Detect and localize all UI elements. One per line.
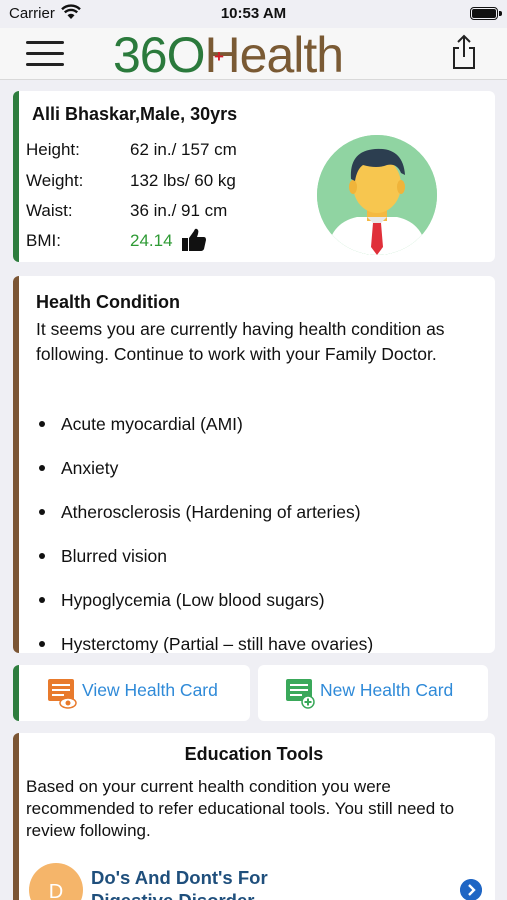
weight-label: Weight: (26, 171, 84, 190)
list-item: Anxiety (36, 456, 486, 500)
education-item-avatar: D (29, 863, 83, 900)
bmi-label: BMI: (26, 231, 61, 250)
education-item-title[interactable]: Do's And Dont's For Digestive Disorder (91, 866, 311, 900)
profile-card: Alli Bhaskar,Male, 30yrs Height: 62 in./… (13, 91, 495, 262)
accent-bar (13, 276, 19, 653)
nav-bar: 36OHealth + (0, 27, 507, 83)
chevron-right-icon[interactable] (460, 879, 482, 900)
view-card-label: View Health Card (82, 680, 218, 700)
condition-intro: It seems you are currently having health… (36, 319, 445, 364)
health-condition-card: Health Condition It seems you are curren… (13, 276, 495, 653)
education-tools-card: Education Tools Based on your current he… (13, 733, 495, 900)
view-card-icon (48, 679, 77, 709)
avatar (317, 135, 437, 255)
accent-bar (13, 665, 19, 721)
education-description: Based on your current health condition y… (26, 777, 455, 840)
share-icon[interactable] (450, 33, 478, 71)
waist-value: 36 in./ 91 cm (130, 201, 228, 220)
accent-bar (13, 91, 19, 262)
new-card-icon (286, 679, 315, 709)
list-item: Hypoglycemia (Low blood sugars) (36, 588, 486, 632)
view-health-card-button[interactable]: View Health Card (13, 665, 250, 721)
waist-label: Waist: (26, 201, 73, 220)
section-title: Education Tools (184, 744, 324, 764)
thumbs-up-icon (182, 228, 206, 251)
list-item: Acute myocardial (AMI) (36, 412, 486, 456)
battery-icon (470, 7, 502, 20)
condition-list: Acute myocardial (AMI) Anxiety Atheroscl… (36, 412, 486, 653)
clock: 10:53 AM (220, 5, 287, 22)
section-title: Health Condition (36, 292, 180, 312)
weight-value: 132 lbs/ 60 kg (130, 171, 236, 190)
new-card-label: New Health Card (320, 680, 454, 700)
list-item: Hysterctomy (Partial – still have ovarie… (36, 632, 486, 653)
list-item: Blurred vision (36, 544, 486, 588)
patient-name: Alli Bhaskar,Male, 30yrs (32, 104, 238, 124)
height-label: Height: (26, 140, 80, 159)
app-logo: 36OHealth + (113, 27, 344, 83)
status-bar: Carrier 10:53 AM (0, 0, 507, 28)
menu-icon[interactable] (26, 39, 64, 69)
list-item: Atherosclerosis (Hardening of arteries) (36, 500, 486, 544)
logo-plus: + (214, 47, 224, 66)
height-value: 62 in./ 157 cm (130, 140, 237, 159)
bmi-value: 24.14 (130, 231, 173, 250)
new-health-card-button[interactable]: New Health Card (258, 665, 488, 721)
